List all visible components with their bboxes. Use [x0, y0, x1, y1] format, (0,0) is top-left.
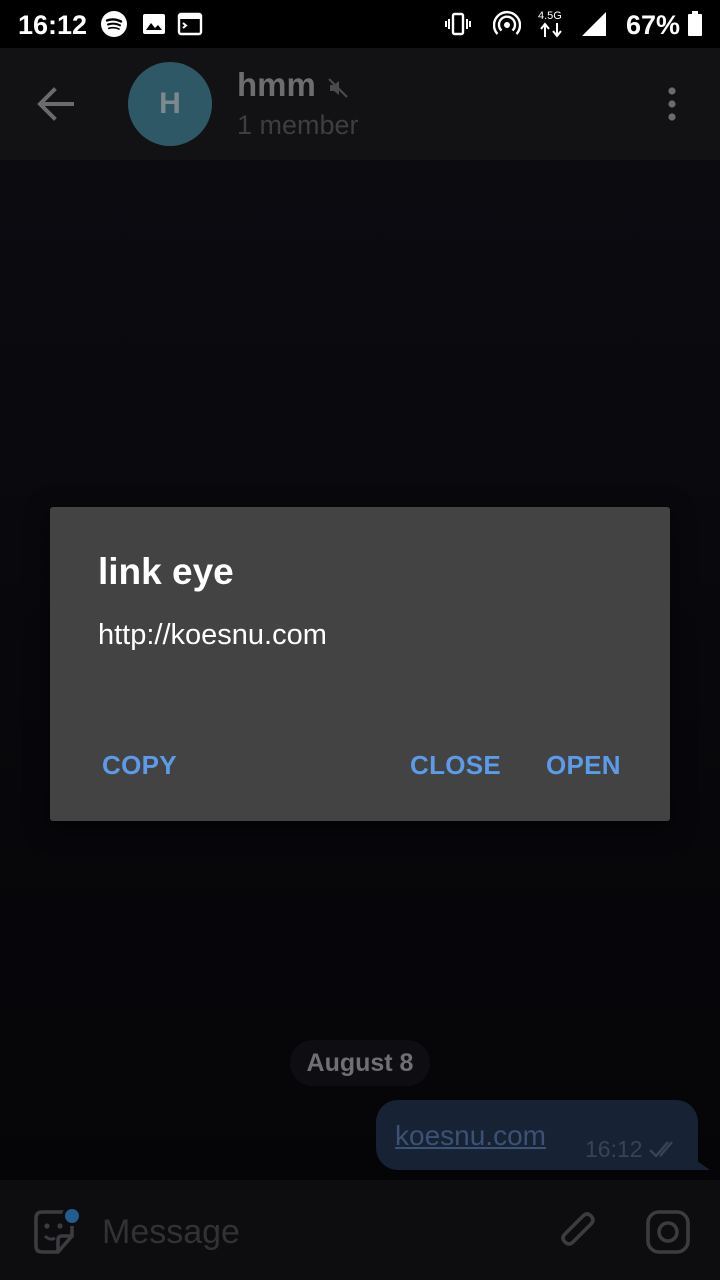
camera-icon[interactable] [644, 1208, 692, 1256]
copy-button[interactable]: COPY [102, 750, 177, 781]
status-time: 16:12 [18, 10, 88, 40]
avatar[interactable]: H [128, 62, 212, 146]
chat-header: H hmm 1 member [0, 48, 720, 160]
link-dialog: link eye http://koesnu.com COPY CLOSE OP… [50, 507, 670, 821]
battery-icon [688, 11, 702, 36]
more-vertical-icon[interactable] [662, 86, 682, 122]
attach-icon[interactable] [556, 1208, 598, 1256]
dialog-url: http://koesnu.com [98, 619, 327, 651]
message-link[interactable]: koesnu.com [395, 1120, 546, 1152]
message-time: 16:12 [585, 1136, 643, 1162]
outgoing-message[interactable]: koesnu.com 16:12 [376, 1100, 698, 1170]
vibrate-icon [445, 12, 471, 36]
mute-icon [328, 78, 348, 98]
member-count: 1 member [237, 110, 359, 140]
network-type-label: 4.5G [538, 10, 562, 22]
battery-percent: 67% [626, 10, 681, 40]
back-arrow-icon[interactable] [36, 86, 76, 122]
read-checks-icon [649, 1141, 673, 1158]
message-input-bar: Message [0, 1180, 720, 1280]
spotify-icon [101, 11, 127, 37]
hotspot-icon [493, 11, 521, 35]
dialog-title: link eye [98, 551, 234, 592]
signal-icon [582, 12, 606, 36]
message-input[interactable]: Message [102, 1213, 240, 1252]
open-button[interactable]: OPEN [546, 750, 621, 781]
chat-title[interactable]: hmm [237, 66, 316, 104]
image-icon [143, 14, 165, 34]
sticker-badge-dot [62, 1206, 82, 1226]
data-arrows-icon [540, 22, 562, 38]
close-button[interactable]: CLOSE [410, 750, 501, 781]
date-separator: August 8 [290, 1040, 430, 1086]
status-bar: 16:12 4.5G 67% [0, 0, 720, 48]
terminal-icon [177, 12, 203, 36]
